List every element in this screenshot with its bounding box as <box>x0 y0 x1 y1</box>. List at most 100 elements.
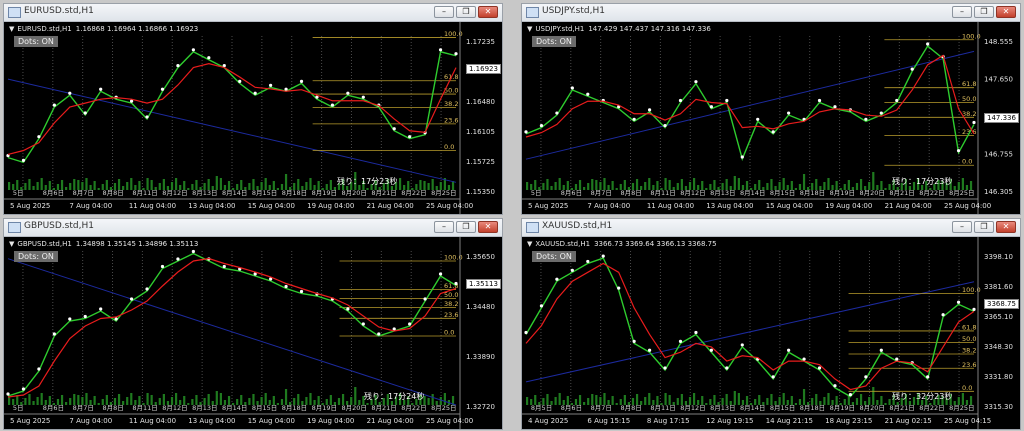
chart-area[interactable]: 8月5日 8月6日 8月7日 8月8日 8月11日 8月12日 8月13日 8月14日 8月15… <box>522 237 1020 429</box>
chart-area[interactable]: 5日 8月6日 8月7日 8月8日 8月11日 8月12日 8月13日 8月14日 8月15日 8… <box>4 22 502 214</box>
price-dot <box>972 120 976 125</box>
minimize-button[interactable]: – <box>952 221 972 233</box>
chart-area[interactable]: 5日 8月6日 8月7日 8月8日 8月11日 8月12日 8月13日 8月14日 8月15日 8… <box>4 237 502 429</box>
symbol-info: ▼ USDJPY.std,H1 147.429 147.437 147.316 14… <box>527 25 711 33</box>
dots-toggle-label[interactable]: Dots: ON <box>532 36 576 47</box>
volume-bar <box>798 399 802 405</box>
volume-bar <box>333 187 337 190</box>
close-button[interactable]: ✕ <box>478 221 498 233</box>
chart-window-icon <box>526 7 539 18</box>
day-label: 8月13日 <box>192 404 217 412</box>
dots-toggle-label[interactable]: Dots: ON <box>532 251 576 262</box>
time-axis-label: 11 Aug 04:00 <box>647 202 694 210</box>
price-dot <box>709 348 713 352</box>
day-label: 8月13日 <box>710 404 735 412</box>
price-dot <box>454 52 458 56</box>
chart-window-xauusd[interactable]: XAUUSD.std,H1 – ❐ ✕ 8月5日 8月6日 8月7日 8月8日 8月11… <box>521 218 1021 430</box>
ohlc-values: 147.429 147.437 147.316 147.336 <box>588 25 711 33</box>
price-dot <box>6 392 10 396</box>
minimize-button[interactable]: – <box>434 221 454 233</box>
day-label: 8月22日 <box>401 189 426 197</box>
volume-bar <box>289 187 292 190</box>
close-button[interactable]: ✕ <box>996 221 1016 233</box>
volume-bar <box>705 403 708 405</box>
day-label: 8月6日 <box>43 189 64 197</box>
price-dot <box>207 56 211 60</box>
price-axis-label: 3381.60 <box>984 283 1013 291</box>
volume-bar <box>631 183 635 190</box>
price-dot <box>299 289 304 294</box>
chart-window-usdjpy[interactable]: USDJPY.std,H1 – ❐ ✕ 5日 8月6日 8月7日 8月8日 8月11日 8… <box>521 3 1021 215</box>
price-dot <box>191 249 195 254</box>
window-titlebar[interactable]: EURUSD.std,H1 – ❐ ✕ <box>4 4 502 22</box>
restore-button[interactable]: ❐ <box>456 6 476 18</box>
dots-toggle-label[interactable]: Dots: ON <box>14 36 58 47</box>
time-axis-label: 19 Aug 04:00 <box>825 202 872 210</box>
volume-bar <box>24 183 27 190</box>
price-dot <box>21 387 26 391</box>
volume-bar <box>660 403 663 405</box>
volume-bar <box>668 395 671 405</box>
price-dot <box>787 111 791 115</box>
day-label: 8月19日 <box>312 189 337 197</box>
price-dot <box>833 105 837 109</box>
volume-bar <box>341 394 345 405</box>
current-price-box: 147.336 <box>984 113 1019 123</box>
minimize-button[interactable]: – <box>952 6 972 18</box>
volume-bar <box>868 182 871 190</box>
window-titlebar[interactable]: USDJPY.std,H1 – ❐ ✕ <box>522 4 1020 22</box>
dots-toggle-label[interactable]: Dots: ON <box>14 251 58 262</box>
close-icon: ✕ <box>1002 7 1010 16</box>
volume-bar <box>721 183 724 190</box>
volume-bar <box>664 178 667 190</box>
price-dot <box>145 287 149 291</box>
volume-bar <box>244 187 247 190</box>
time-axis-label: 7 Aug 04:00 <box>587 202 630 210</box>
price-dot <box>586 92 590 96</box>
ohlc-values: 3366.73 3369.64 3366.13 3368.75 <box>594 240 717 248</box>
day-label: 8月21日 <box>371 404 396 412</box>
day-label: 5日 <box>13 189 24 197</box>
price-dot <box>52 103 56 107</box>
volume-bar <box>774 186 777 190</box>
price-dot <box>37 367 41 371</box>
volume-bar <box>688 397 692 405</box>
volume-bar <box>313 400 316 405</box>
chart-window-eurusd[interactable]: EURUSD.std,H1 – ❐ ✕ 5日 8月6日 8月7日 8月8日 8月11日 8… <box>3 3 503 215</box>
volume-bar <box>60 180 64 190</box>
close-button[interactable]: ✕ <box>478 6 498 18</box>
day-label: 8月12日 <box>680 404 705 412</box>
price-dot <box>586 259 590 264</box>
volume-bar <box>692 178 696 190</box>
volume-bar <box>672 402 675 405</box>
price-dot <box>160 264 165 269</box>
volume-bar <box>244 402 247 405</box>
time-axis-label: 11 Aug 04:00 <box>129 202 176 210</box>
chart-window-gbpusd[interactable]: GBPUSD.std,H1 – ❐ ✕ 5日 8月6日 8月7日 8月8日 8月11日 8… <box>3 218 503 430</box>
fib-level-label: 38.2 <box>962 110 976 118</box>
volume-bar <box>366 403 369 405</box>
window-titlebar[interactable]: XAUUSD.std,H1 – ❐ ✕ <box>522 219 1020 237</box>
volume-bar <box>451 181 455 190</box>
volume-bar <box>105 180 108 190</box>
volume-bar <box>786 185 789 190</box>
volume-bar <box>754 184 757 190</box>
close-button[interactable]: ✕ <box>996 6 1016 18</box>
volume-bar <box>101 184 104 190</box>
volume-bar <box>668 180 671 190</box>
restore-button[interactable]: ❐ <box>974 6 994 18</box>
time-axis-label: 5 Aug 2025 <box>528 202 568 210</box>
volume-bar <box>827 393 830 405</box>
volume-bar <box>138 396 141 405</box>
window-titlebar[interactable]: GBPUSD.std,H1 – ❐ ✕ <box>4 219 502 237</box>
volume-bar <box>823 397 826 405</box>
volume-bar <box>599 182 602 190</box>
chart-area[interactable]: 5日 8月6日 8月7日 8月8日 8月11日 8月12日 8月13日 8月14日 8月15日 8… <box>522 22 1020 214</box>
volume-bar <box>750 188 753 190</box>
restore-button[interactable]: ❐ <box>456 221 476 233</box>
minimize-button[interactable]: – <box>434 6 454 18</box>
time-axis-label: 6 Aug 15:15 <box>587 417 630 425</box>
remaining-time: 残り：17分24秒 <box>364 392 425 401</box>
volume-bar <box>574 399 578 405</box>
restore-button[interactable]: ❐ <box>974 221 994 233</box>
